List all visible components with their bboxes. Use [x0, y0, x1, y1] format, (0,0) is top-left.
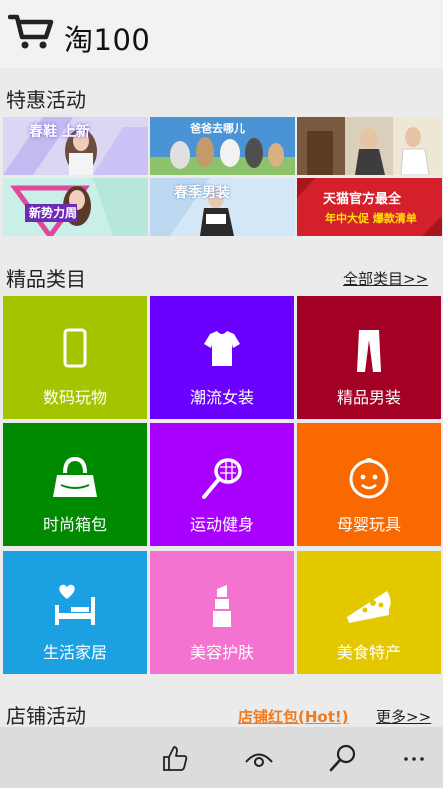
shopping-cart-icon: [8, 14, 54, 49]
more-icon[interactable]: [400, 743, 430, 773]
bed-heart-icon: [55, 584, 95, 625]
category-tile-sports[interactable]: 运动健身: [150, 423, 294, 546]
tile-label: 潮流女装: [189, 388, 254, 407]
app-bar: [0, 727, 443, 788]
baby-face-icon: [349, 458, 389, 499]
tile-label: 时尚箱包: [42, 515, 107, 534]
promotions-title: 特惠活动: [6, 88, 86, 112]
app-title: 淘100: [64, 23, 151, 57]
tile-label: 精品男装: [336, 388, 401, 407]
app-header: 淘100: [0, 0, 443, 68]
category-tile-baby[interactable]: 母婴玩具: [297, 423, 441, 546]
tile-label: 母婴玩具: [336, 515, 401, 534]
promo-banner-tmall[interactable]: 天猫官方最全 年中大促 爆款清单: [297, 178, 442, 236]
shops-title: 店铺活动: [6, 704, 86, 728]
pizza-icon: [347, 591, 391, 623]
category-tile-digital[interactable]: 数码玩物: [3, 296, 147, 419]
promo-banner-dad-show[interactable]: 爸爸去哪儿: [150, 117, 295, 175]
banner-text: 春季男装: [174, 185, 230, 201]
trousers-icon: [357, 330, 381, 372]
category-tile-bags[interactable]: 时尚箱包: [3, 423, 147, 546]
banner-headline: 天猫官方最全: [323, 192, 402, 207]
eye-icon[interactable]: [244, 743, 274, 773]
smartphone-icon: [63, 328, 87, 368]
promo-banner-fashion-photo[interactable]: [297, 117, 442, 175]
tennis-racket-icon: [202, 458, 242, 499]
banner-subline: 年中大促 爆款清单: [325, 212, 417, 225]
tile-label: 运动健身: [189, 515, 254, 534]
promo-banner-mens-spring[interactable]: 春季男装: [150, 178, 295, 236]
banner-text: 新势力周: [29, 206, 78, 220]
tile-label: 美食特产: [336, 643, 401, 662]
search-icon[interactable]: [328, 743, 358, 773]
banner-text: 春鞋 上新: [29, 124, 90, 140]
category-tile-home[interactable]: 生活家居: [3, 551, 147, 674]
handbag-icon: [53, 456, 97, 497]
category-tile-beauty[interactable]: 美容护肤: [150, 551, 294, 674]
tile-label: 生活家居: [42, 643, 107, 662]
category-tile-mens[interactable]: 精品男装: [297, 296, 441, 419]
categories-title: 精品类目: [6, 267, 86, 291]
tile-label: 数码玩物: [42, 388, 107, 407]
lipstick-icon: [213, 585, 231, 627]
more-shops-link[interactable]: 更多>>: [376, 706, 431, 727]
shop-red-packet-link[interactable]: 店铺红包(Hot!): [238, 706, 349, 727]
all-categories-link[interactable]: 全部类目>>: [343, 268, 428, 289]
tile-label: 美容护肤: [189, 643, 254, 662]
blouse-icon: [204, 331, 240, 366]
category-tile-womens[interactable]: 潮流女装: [150, 296, 294, 419]
promo-banner-spring-shoes[interactable]: 春鞋 上新: [3, 117, 148, 175]
banner-text: 爸爸去哪儿: [190, 122, 245, 135]
thumbs-up-icon[interactable]: [160, 743, 190, 773]
promo-banner-new-power-week[interactable]: 新势力周: [3, 178, 148, 236]
category-tile-food[interactable]: 美食特产: [297, 551, 441, 674]
